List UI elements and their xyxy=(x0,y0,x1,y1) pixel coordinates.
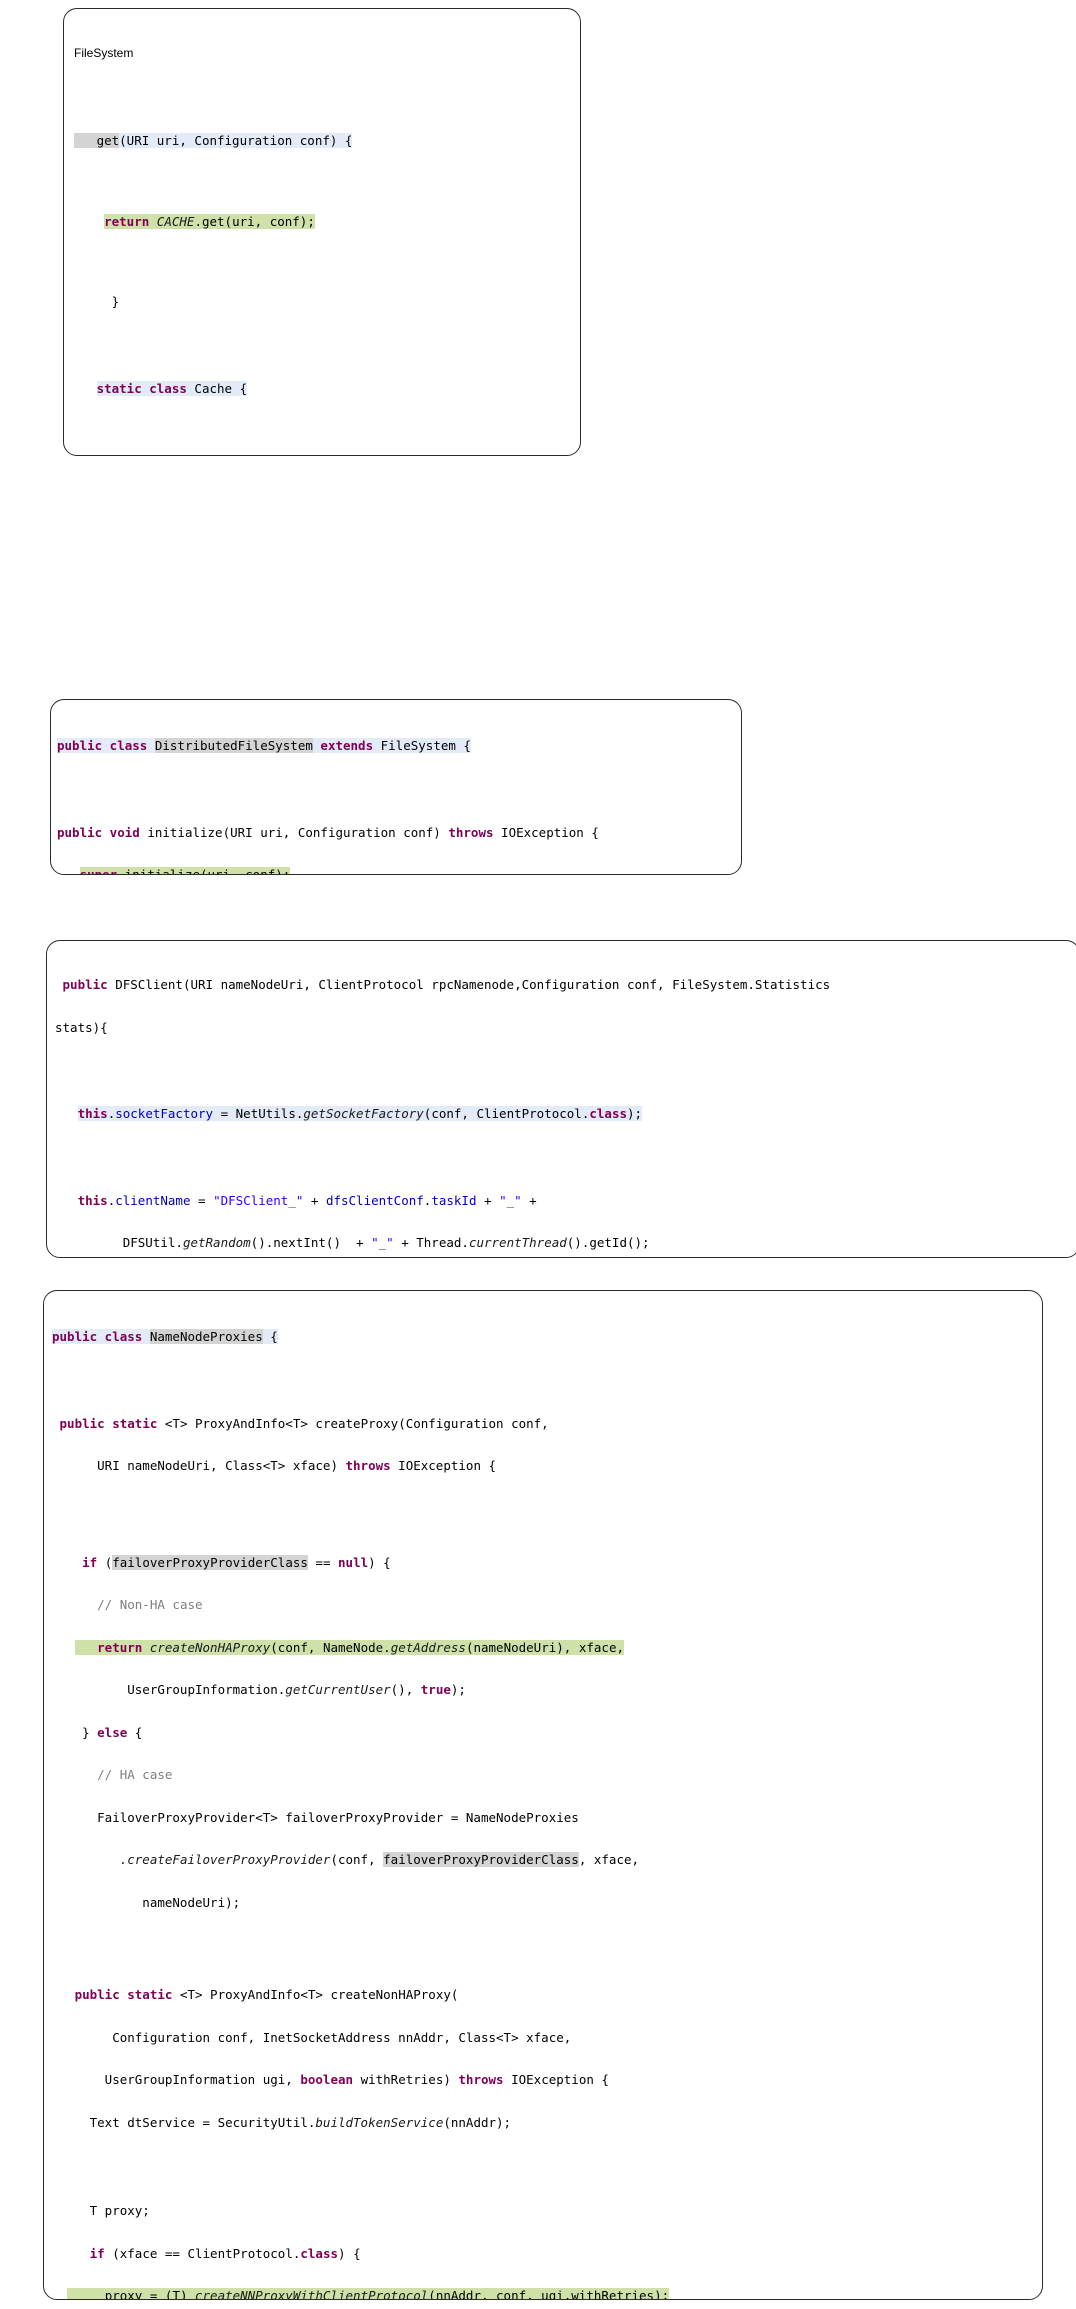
code-line: T proxy; xyxy=(52,2203,150,2218)
code-line: return createNonHAProxy(conf, NameNode.g… xyxy=(52,1639,782,1655)
code-line: } xyxy=(74,294,120,309)
code-line: this.clientName = "DFSClient_" + dfsClie… xyxy=(77,1192,537,1208)
code-line: public static <T> ProxyAndInfo<T> create… xyxy=(74,1987,459,2002)
code-line: DFSUtil.getRandom().nextInt() + "_" + Th… xyxy=(55,1235,650,1250)
code-line: public class NameNodeProxies { xyxy=(52,1329,278,1344)
code-line: public static <T> ProxyAndInfo<T> create… xyxy=(59,1415,549,1431)
code-line: Text dtService = SecurityUtil.buildToken… xyxy=(52,2114,512,2130)
code-line: stats){ xyxy=(55,1019,108,1035)
code-line: public DFSClient(URI nameNodeUri, Client… xyxy=(62,977,831,992)
code-line: nameNodeUri); xyxy=(52,1894,241,1910)
code-line: this.socketFactory = NetUtils.getSocketF… xyxy=(77,1106,643,1121)
code-line: public void initialize(URI uri, Configur… xyxy=(57,824,599,840)
code-line: } else { xyxy=(52,1724,143,1740)
code-line: // Non-HA case xyxy=(97,1597,203,1612)
code-line: .createFailoverProxyProvider(conf, failo… xyxy=(119,1852,640,1867)
code-box-dfsclient: public DFSClient(URI nameNodeUri, Client… xyxy=(46,940,1076,1258)
code-line: super.initialize(uri, conf); xyxy=(57,867,599,874)
code-box-filesystem: FileSystem get(URI uri, Configuration co… xyxy=(63,8,581,456)
code-line: UserGroupInformation.getCurrentUser(), t… xyxy=(52,1682,466,1697)
code-line: FailoverProxyProvider<T> failoverProxyPr… xyxy=(52,1809,579,1825)
code-line: UserGroupInformation ugi, boolean withRe… xyxy=(52,2072,609,2087)
code-line: get(URI uri, Configuration conf) { xyxy=(74,133,580,148)
code-line: static class Cache { xyxy=(96,380,248,396)
code-box-namenodeproxies: public class NameNodeProxies { public st… xyxy=(43,1290,1043,2300)
class-header-filesystem: FileSystem xyxy=(74,46,134,60)
code-line: public class DistributedFileSystem exten… xyxy=(57,738,471,753)
code-line: // HA case xyxy=(97,1767,173,1782)
code-line: if (failoverProxyProviderClass == null) … xyxy=(82,1554,391,1570)
code-line: Configuration conf, InetSocketAddress nn… xyxy=(52,2029,572,2045)
code-line: proxy = (T) createNNProxyWithClientProto… xyxy=(52,2288,782,2299)
code-box-distributedfilesystem: public class DistributedFileSystem exten… xyxy=(50,699,742,875)
code-line: return CACHE.get(uri, conf); xyxy=(104,213,315,229)
code-line: if (xface == ClientProtocol.class) { xyxy=(89,2245,361,2261)
code-line: URI nameNodeUri, Class<T> xface) throws … xyxy=(52,1458,497,1473)
